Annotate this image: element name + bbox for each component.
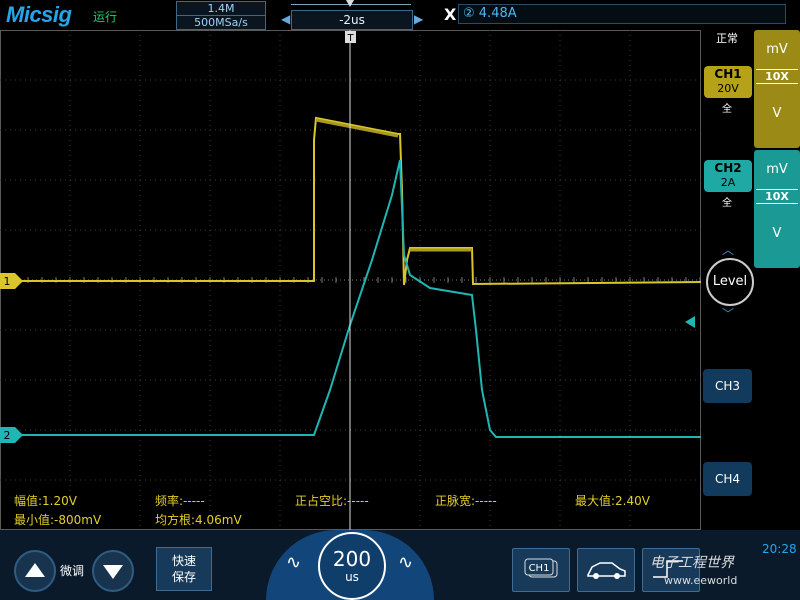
measure-min: 最小值:-800mV xyxy=(14,513,102,527)
fine-up-button[interactable] xyxy=(14,550,56,592)
measure-rms: 均方根:4.06mV xyxy=(155,513,242,527)
ch1-scale: 20V xyxy=(717,82,739,95)
ch1-button[interactable]: CH1 20V xyxy=(704,66,752,98)
ch1-unit-panel[interactable]: mV 10X V xyxy=(754,30,800,148)
level-up-chevron-icon[interactable]: ︿ xyxy=(722,241,734,258)
ch4-button[interactable]: CH4 xyxy=(703,462,752,496)
fine-adjust-label: 微调 xyxy=(60,564,85,578)
level-down-chevron-icon[interactable]: ﹀ xyxy=(722,305,734,322)
down-arrow-icon xyxy=(103,565,123,579)
offset-right-arrow-icon[interactable]: ▶ xyxy=(414,12,423,26)
measure-max: 最大值:2.40V xyxy=(575,494,650,508)
ch1-level-marker[interactable]: 1 xyxy=(0,273,24,289)
watermark-text: 电子工程世界 xyxy=(650,555,734,571)
timebase-value: 200 xyxy=(332,547,372,571)
measure-duty: 正占空比:----- xyxy=(295,494,369,508)
ch1-probe-ratio[interactable]: 10X xyxy=(756,69,798,84)
measure-pulse-width: 正脉宽:----- xyxy=(435,494,497,508)
trigger-time-marker-icon[interactable]: T xyxy=(345,31,356,43)
brand-logo: Micsig xyxy=(6,2,72,27)
auto-mode-button[interactable] xyxy=(577,548,635,592)
timebase-decrease-wave-icon[interactable]: ∿ xyxy=(286,552,301,573)
car-icon xyxy=(587,562,626,579)
ch1-marker-text: 1 xyxy=(4,275,11,288)
waveform-display[interactable] xyxy=(0,30,701,530)
quick-save-line1: 快速 xyxy=(171,554,196,568)
ch2-label: CH2 xyxy=(714,161,742,175)
cursor-readout: ② 4.48A xyxy=(458,4,786,24)
sample-rate: 500MSa/s xyxy=(176,15,266,30)
channel-stack-label: CH1 xyxy=(529,563,550,574)
clock: 20:28 xyxy=(762,542,797,556)
up-arrow-icon xyxy=(25,563,45,577)
ch2-scale: 2A xyxy=(720,176,736,189)
timebase-knob[interactable]: 200 us xyxy=(318,532,386,600)
offset-left-arrow-icon[interactable]: ◀ xyxy=(281,12,290,26)
ch1-unit-mv[interactable]: mV xyxy=(754,42,800,57)
horizontal-offset[interactable]: -2us xyxy=(291,10,413,30)
ch2-level-marker[interactable]: 2 xyxy=(0,427,24,443)
timebase-increase-wave-icon[interactable]: ∿ xyxy=(398,552,413,573)
svg-text:T: T xyxy=(346,33,354,43)
ch1-coupling: 全 xyxy=(722,104,732,115)
trigger-level-marker-icon[interactable] xyxy=(683,316,695,328)
ch1-unit-v[interactable]: V xyxy=(754,106,800,121)
ch2-button[interactable]: CH2 2A xyxy=(704,160,752,192)
ch1-label: CH1 xyxy=(714,67,742,81)
ch2-unit-v[interactable]: V xyxy=(754,226,800,241)
quick-save-button[interactable]: 快速 保存 xyxy=(156,547,212,591)
watermark-url: www.eeworld xyxy=(664,574,738,587)
ch2-probe-ratio[interactable]: 10X xyxy=(756,189,798,204)
ch2-unit-mv[interactable]: mV xyxy=(754,162,800,177)
acquire-mode[interactable]: 正常 xyxy=(716,30,738,46)
timebase-unit: us xyxy=(345,570,359,584)
channel-stack-icon: CH1 xyxy=(524,558,558,578)
ch2-unit-panel[interactable]: mV 10X V xyxy=(754,150,800,268)
measure-frequency: 频率:----- xyxy=(155,494,205,508)
measure-amplitude: 幅值:1.20V xyxy=(14,494,77,508)
fine-down-button[interactable] xyxy=(92,550,134,592)
trigger-position-marker-icon xyxy=(346,0,354,7)
ch2-coupling: 全 xyxy=(722,198,732,209)
memory-depth: 1.4M xyxy=(176,1,266,16)
run-status[interactable]: 运行 xyxy=(93,8,117,25)
ch2-marker-text: 2 xyxy=(4,429,11,442)
quick-save-line2: 保存 xyxy=(171,570,196,584)
channel-stack-button[interactable]: CH1 xyxy=(512,548,570,592)
ch3-button[interactable]: CH3 xyxy=(703,369,752,403)
level-button[interactable]: Level xyxy=(706,258,754,306)
cursor-type-label: X xyxy=(444,5,457,24)
